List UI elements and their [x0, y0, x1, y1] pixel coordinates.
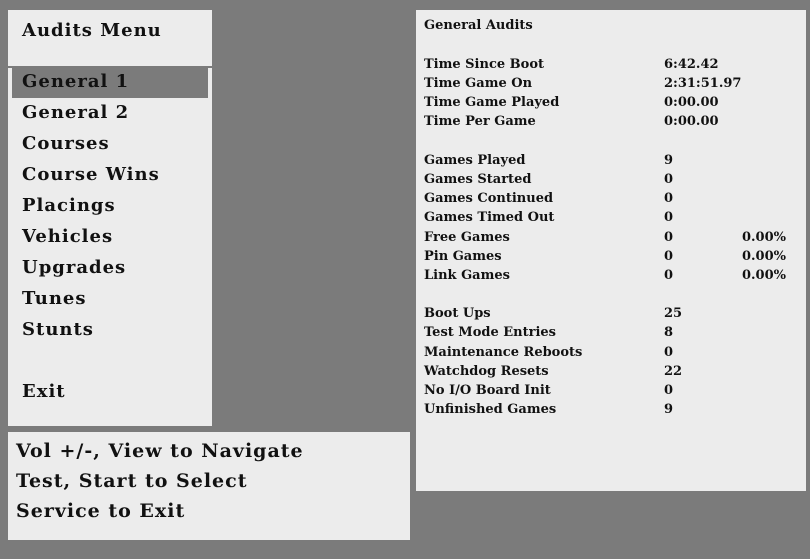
audit-value: 0	[664, 230, 674, 245]
audit-label: Test Mode Entries	[424, 325, 556, 340]
audit-label: Watchdog Resets	[424, 364, 549, 379]
menu-item-exit[interactable]: Exit	[12, 378, 208, 408]
menu-item-course-wins[interactable]: Course Wins	[12, 161, 208, 191]
audit-label: Time Since Boot	[424, 57, 544, 72]
audit-label: Time Per Game	[424, 114, 536, 129]
menu-item-general-2[interactable]: General 2	[12, 99, 208, 129]
audit-value: 0	[664, 172, 674, 187]
audit-label: Pin Games	[424, 249, 502, 264]
audit-label: Games Timed Out	[424, 210, 555, 225]
audit-value: 0:00.00	[664, 95, 719, 110]
audit-value: 6:42.42	[664, 57, 719, 72]
audit-label: No I/O Board Init	[424, 383, 551, 398]
audit-label: Time Game On	[424, 76, 533, 91]
audit-row: Maintenance Reboots 0	[424, 343, 798, 362]
audit-value: 9	[664, 153, 674, 168]
audit-row: Time Per Game 0:00.00	[424, 112, 798, 131]
audit-label: Time Game Played	[424, 95, 560, 110]
audit-value: 0:00.00	[664, 114, 719, 129]
audit-row: Boot Ups 25	[424, 304, 798, 323]
audit-label: Free Games	[424, 230, 510, 245]
audit-row: Time Since Boot 6:42.42	[424, 55, 798, 74]
menu-item-upgrades[interactable]: Upgrades	[12, 254, 208, 284]
audit-row: No I/O Board Init 0	[424, 381, 798, 400]
audit-value: 0	[664, 268, 674, 283]
audit-percent: 0.00%	[741, 249, 786, 264]
navigation-help-panel: Vol +/-, View to Navigate Test, Start to…	[8, 432, 410, 540]
audit-value: 2:31:51.97	[664, 76, 742, 91]
help-line-select: Test, Start to Select	[16, 470, 248, 492]
audit-row: Games Continued 0	[424, 189, 798, 208]
audits-menu-panel: Audits Menu General 1 General 2 Courses …	[8, 10, 212, 426]
audit-value: 0	[664, 383, 674, 398]
audit-row: Free Games 0 0.00%	[424, 228, 798, 247]
audits-title: General Audits	[424, 18, 533, 33]
audit-value: 22	[664, 364, 683, 379]
audit-value: 0	[664, 191, 674, 206]
help-line-navigate: Vol +/-, View to Navigate	[16, 440, 304, 462]
audit-label: Link Games	[424, 268, 510, 283]
audit-row: Time Game On 2:31:51.97	[424, 74, 798, 93]
audit-row: Games Played 9	[424, 151, 798, 170]
audit-row: Time Game Played 0:00.00	[424, 93, 798, 112]
audit-value: 25	[664, 306, 683, 321]
audit-row: Games Started 0	[424, 170, 798, 189]
audit-label: Games Continued	[424, 191, 554, 206]
menu-item-general-1[interactable]: General 1	[12, 68, 208, 98]
audit-row: Unfinished Games 9	[424, 400, 798, 419]
general-audits-panel: General Audits Time Since Boot 6:42.42 Tim…	[416, 10, 806, 491]
menu-item-courses[interactable]: Courses	[12, 130, 208, 160]
menu-title: Audits Menu	[22, 20, 162, 41]
menu-item-tunes[interactable]: Tunes	[12, 285, 208, 315]
audit-label: Boot Ups	[424, 306, 491, 321]
audit-row: Link Games 0 0.00%	[424, 266, 798, 285]
menu-item-stunts[interactable]: Stunts	[12, 316, 208, 346]
audit-label: Maintenance Reboots	[424, 345, 583, 360]
audit-label: Games Played	[424, 153, 526, 168]
menu-item-placings[interactable]: Placings	[12, 192, 208, 222]
audit-label: Unfinished Games	[424, 402, 557, 417]
audit-value: 0	[664, 249, 674, 264]
menu-item-vehicles[interactable]: Vehicles	[12, 223, 208, 253]
audit-percent: 0.00%	[741, 268, 786, 283]
audit-value: 8	[664, 325, 674, 340]
audit-value: 0	[664, 345, 674, 360]
audit-value: 9	[664, 402, 674, 417]
audit-row: Games Timed Out 0	[424, 208, 798, 227]
audit-value: 0	[664, 210, 674, 225]
help-line-exit: Service to Exit	[16, 500, 186, 522]
audit-label: Games Started	[424, 172, 532, 187]
audit-row: Pin Games 0 0.00%	[424, 247, 798, 266]
audit-row: Watchdog Resets 22	[424, 362, 798, 381]
audit-percent: 0.00%	[741, 230, 786, 245]
audit-row: Test Mode Entries 8	[424, 323, 798, 342]
